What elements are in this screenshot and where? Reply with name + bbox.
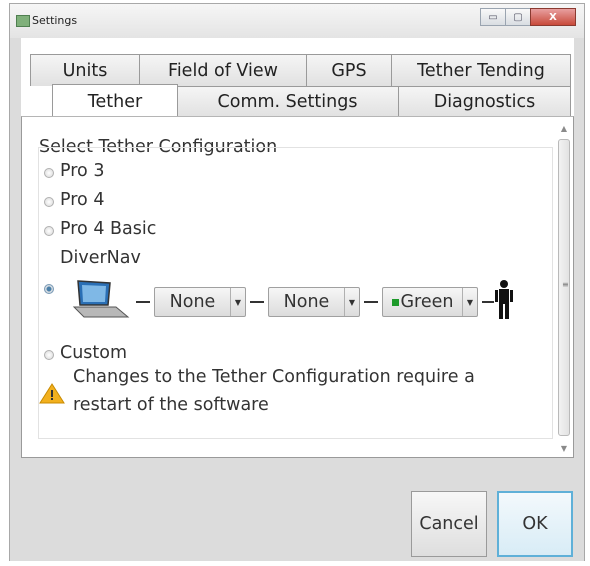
label-divernav: DiverNav [60, 248, 141, 268]
close-button[interactable]: X [530, 8, 576, 26]
chain-link-2 [250, 301, 264, 303]
chain-combo-2[interactable]: None ▼ [268, 287, 360, 317]
tab-comm-settings[interactable]: Comm. Settings [176, 86, 399, 117]
radio-divernav[interactable] [44, 284, 54, 294]
laptop-icon [72, 280, 130, 318]
title-bar[interactable]: Settings ▭ ▢ X [10, 4, 584, 38]
person-icon [495, 280, 513, 319]
label-pro-4[interactable]: Pro 4 [60, 190, 104, 210]
tab-gps[interactable]: GPS [306, 54, 392, 86]
warning-icon [39, 383, 65, 404]
label-pro-3[interactable]: Pro 3 [60, 161, 104, 181]
chevron-down-icon: ▼ [462, 288, 477, 316]
green-swatch [391, 298, 399, 306]
app-icon [16, 15, 30, 27]
settings-window: Settings ▭ ▢ X Units Field of View GPS T… [9, 3, 585, 561]
scrollbar-thumb[interactable]: ≡ [558, 139, 570, 436]
vertical-scrollbar[interactable]: ▲ ≡ ▼ [556, 121, 572, 456]
scroll-down-arrow[interactable]: ▼ [556, 441, 572, 455]
tab-field-of-view[interactable]: Field of View [139, 54, 307, 86]
chevron-down-icon: ▼ [230, 288, 245, 316]
window-title: Settings [32, 14, 78, 27]
tab-units[interactable]: Units [30, 54, 140, 86]
chain-link-1 [136, 301, 150, 303]
chain-combo-3-value: Green [383, 292, 462, 312]
chain-combo-2-value: None [283, 292, 330, 312]
maximize-button[interactable]: ▢ [505, 8, 531, 26]
chevron-down-icon: ▼ [344, 288, 359, 316]
radio-pro-4[interactable] [44, 197, 54, 207]
warning-text-line2: restart of the software [73, 395, 269, 415]
tether-panel: Select Tether Configuration Pro 3 Pro 4 … [21, 116, 574, 458]
chain-combo-3-text: Green [400, 292, 454, 312]
scroll-up-arrow[interactable]: ▲ [556, 121, 572, 135]
cancel-button[interactable]: Cancel [411, 491, 487, 557]
chain-combo-1[interactable]: None ▼ [154, 287, 246, 317]
label-pro-4-basic[interactable]: Pro 4 Basic [60, 219, 156, 239]
radio-custom[interactable] [44, 350, 54, 360]
window-controls: ▭ ▢ X [480, 8, 576, 26]
tab-tether-tending[interactable]: Tether Tending [391, 54, 571, 86]
chain-link-4 [482, 301, 494, 303]
chain-combo-1-value: None [169, 292, 216, 312]
tab-tether[interactable]: Tether [52, 84, 178, 118]
minimize-button[interactable]: ▭ [480, 8, 506, 26]
warning-text-line1: Changes to the Tether Configuration requ… [73, 367, 475, 387]
ok-button[interactable]: OK [497, 491, 573, 557]
scrollbar-grip: ≡ [562, 280, 569, 289]
button-bar: Cancel OK [10, 460, 584, 561]
chain-link-3 [364, 301, 378, 303]
chain-combo-3[interactable]: Green ▼ [382, 287, 478, 317]
tab-diagnostics[interactable]: Diagnostics [398, 86, 571, 117]
radio-pro-3[interactable] [44, 168, 54, 178]
radio-pro-4-basic[interactable] [44, 226, 54, 236]
label-custom[interactable]: Custom [60, 343, 127, 363]
